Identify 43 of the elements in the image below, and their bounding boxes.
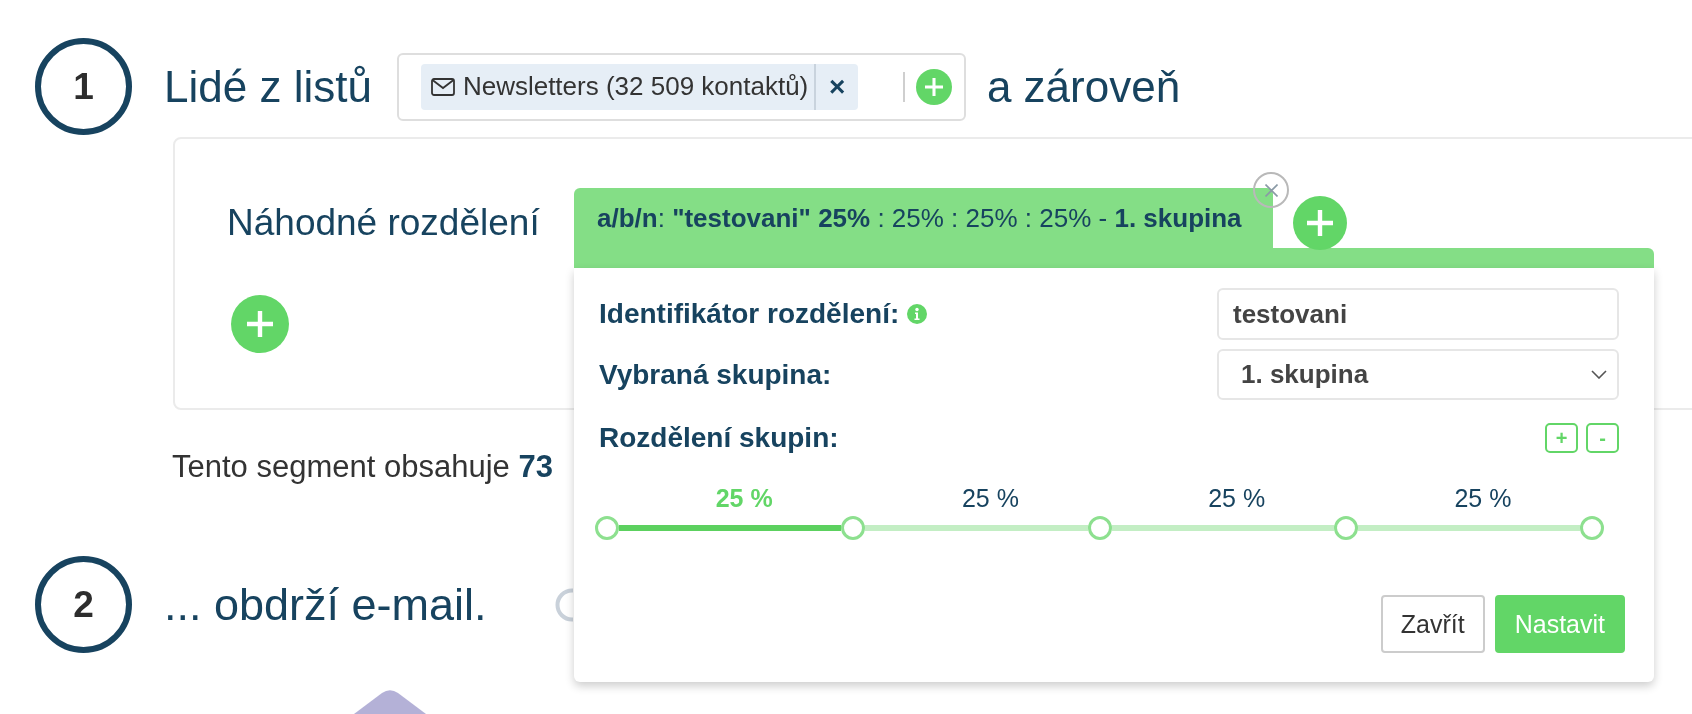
field-label: Identifikátor rozdělení: bbox=[599, 298, 900, 330]
condition-title: Náhodné rozdělení bbox=[227, 201, 540, 245]
tag-label: Newsletters (32 509 kontaktů) bbox=[462, 71, 809, 102]
slider-track[interactable] bbox=[595, 516, 1604, 540]
slider-segment[interactable] bbox=[865, 525, 1088, 531]
slider-handle[interactable] bbox=[1333, 516, 1358, 540]
text-input[interactable]: testovani bbox=[1217, 288, 1619, 340]
remove-tag-button[interactable]: × bbox=[814, 63, 859, 110]
slider-segment[interactable] bbox=[1357, 525, 1580, 531]
group-share-label: 25 % bbox=[1208, 483, 1266, 513]
slider-segment[interactable] bbox=[1111, 525, 1334, 531]
group-share-label: 25 % bbox=[715, 483, 773, 513]
step-number: 1 bbox=[35, 38, 132, 135]
split-tab[interactable]: a/b/n: "testovani" 25% : 25% : 25% : 25% - 1. skupina bbox=[574, 188, 1273, 248]
diamond-shape bbox=[354, 690, 426, 714]
envelope-icon bbox=[430, 77, 455, 96]
slider-handle[interactable] bbox=[595, 516, 619, 540]
close-dialog-button[interactable]: Zavřít bbox=[1380, 595, 1485, 653]
close-button[interactable] bbox=[1253, 172, 1289, 208]
step-title: ... obdrží e-mail. bbox=[164, 578, 487, 631]
slider-handle[interactable] bbox=[841, 516, 866, 540]
group-select[interactable]: 1. skupina bbox=[1217, 349, 1619, 400]
chevron-down-icon bbox=[1591, 370, 1607, 379]
step-title: Lidé z listů bbox=[164, 61, 372, 112]
connector-text: a zároveň bbox=[986, 61, 1181, 112]
slider-segment[interactable] bbox=[619, 525, 842, 531]
segment-summary: Tento segment obsahuje 73 bbox=[172, 449, 553, 485]
group-share-label: 25 % bbox=[961, 483, 1019, 513]
ring-icon[interactable] bbox=[554, 587, 573, 622]
field-label: Rozdělení skupin: bbox=[599, 422, 839, 454]
plus-icon bbox=[247, 311, 273, 337]
add-condition-button[interactable] bbox=[231, 295, 289, 353]
plus-icon bbox=[1307, 210, 1333, 236]
group-share-label: 25 % bbox=[1454, 483, 1512, 513]
field-label: Vybraná skupina: bbox=[599, 358, 832, 391]
close-icon bbox=[1264, 183, 1278, 197]
add-list-button[interactable] bbox=[915, 68, 952, 105]
list-field[interactable]: Newsletters (32 509 kontaktů) × bbox=[396, 52, 966, 121]
plus-icon bbox=[924, 77, 943, 96]
step-number: 2 bbox=[35, 556, 132, 653]
slider-handle[interactable] bbox=[1580, 516, 1604, 540]
slider-handle[interactable] bbox=[1087, 516, 1112, 540]
add-split-button[interactable] bbox=[1293, 196, 1347, 250]
